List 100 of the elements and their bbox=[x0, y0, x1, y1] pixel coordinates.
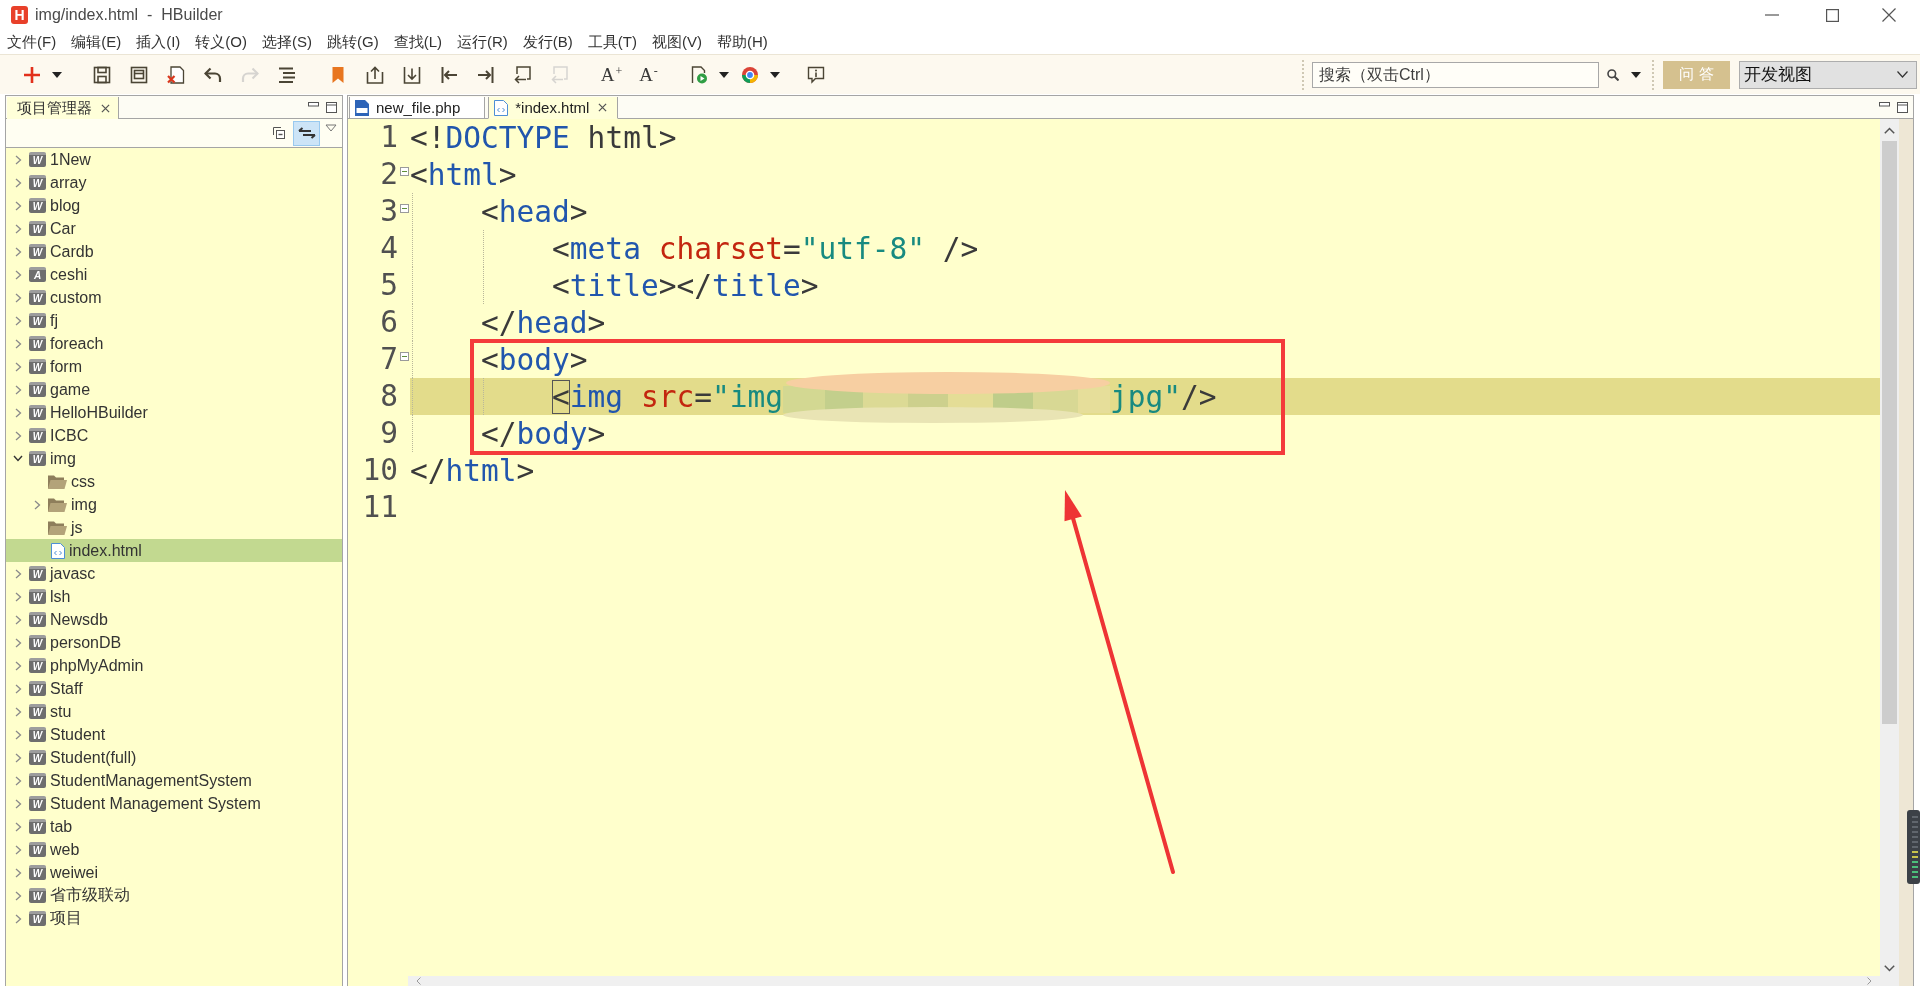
menu-item[interactable]: 发行(B) bbox=[522, 32, 573, 52]
search-icon[interactable] bbox=[1607, 68, 1619, 81]
menu-item[interactable]: 视图(V) bbox=[652, 32, 702, 52]
tree-item[interactable]: W phpMyAdmin bbox=[6, 654, 342, 677]
tree-item[interactable]: W web bbox=[6, 838, 342, 861]
chevron-right-icon[interactable] bbox=[14, 844, 22, 855]
tree-item[interactable]: W Student bbox=[6, 723, 342, 746]
chevron-right-icon[interactable] bbox=[14, 729, 22, 740]
chevron-right-icon[interactable] bbox=[14, 660, 22, 671]
tree-item[interactable]: index.html bbox=[6, 539, 342, 562]
tree-item[interactable]: W lsh bbox=[6, 585, 342, 608]
chevron-right-icon[interactable] bbox=[14, 614, 22, 625]
tree-item[interactable]: W Newsdb bbox=[6, 608, 342, 631]
caret-icon[interactable] bbox=[719, 71, 729, 78]
tree-item[interactable]: W personDB bbox=[6, 631, 342, 654]
box-left-arrow-icon[interactable] bbox=[513, 65, 532, 84]
link-editor-button[interactable] bbox=[293, 120, 320, 146]
tree-item[interactable]: css bbox=[6, 470, 342, 493]
tree-item[interactable]: W Cardb bbox=[6, 240, 342, 263]
fold-marker-icon[interactable] bbox=[399, 167, 409, 176]
chevron-right-icon[interactable] bbox=[14, 568, 22, 579]
tree-item[interactable]: W fj bbox=[6, 309, 342, 332]
menu-item[interactable]: 文件(F) bbox=[7, 32, 57, 52]
caret-left-icon[interactable] bbox=[416, 977, 421, 985]
tree-item[interactable]: W form bbox=[6, 355, 342, 378]
tree-item[interactable]: W array bbox=[6, 171, 342, 194]
caret-icon[interactable] bbox=[1631, 71, 1641, 78]
chevron-right-icon[interactable] bbox=[14, 706, 22, 717]
chevron-right-icon[interactable] bbox=[14, 315, 22, 326]
tree-item[interactable]: W stu bbox=[6, 700, 342, 723]
chevron-right-icon[interactable] bbox=[14, 361, 22, 372]
chevron-right-icon[interactable] bbox=[14, 223, 22, 234]
chevron-right-icon[interactable] bbox=[14, 154, 22, 165]
menu-item[interactable]: 插入(I) bbox=[136, 32, 181, 52]
chevron-right-icon[interactable] bbox=[14, 430, 22, 441]
caret-icon[interactable] bbox=[52, 71, 62, 78]
tree-item[interactable]: img bbox=[6, 493, 342, 516]
fold-marker-icon[interactable] bbox=[399, 204, 409, 213]
tree-item[interactable]: W Car bbox=[6, 217, 342, 240]
chevron-down-icon[interactable] bbox=[13, 455, 23, 462]
view-dropdown[interactable]: 开发视图 bbox=[1739, 60, 1917, 89]
minimize-icon[interactable] bbox=[308, 101, 319, 107]
chevron-right-icon[interactable] bbox=[14, 246, 22, 257]
tree-item[interactable]: W Student Management System bbox=[6, 792, 342, 815]
chevron-right-icon[interactable] bbox=[14, 867, 22, 878]
menu-item[interactable]: 工具(T) bbox=[587, 32, 637, 52]
scrollbar-thumb[interactable] bbox=[1882, 141, 1897, 724]
close-icon[interactable] bbox=[1882, 8, 1896, 22]
tree-item[interactable]: W Student(full) bbox=[6, 746, 342, 769]
chevron-right-icon[interactable] bbox=[14, 775, 22, 786]
tree-item[interactable]: W 项目 bbox=[6, 907, 342, 930]
tree-item[interactable]: W foreach bbox=[6, 332, 342, 355]
chevron-right-icon[interactable] bbox=[14, 752, 22, 763]
panel-tab[interactable]: 项目管理器 bbox=[7, 97, 119, 119]
tree-item[interactable]: W StudentManagementSystem bbox=[6, 769, 342, 792]
chevron-right-icon[interactable] bbox=[14, 890, 22, 901]
chevron-right-icon[interactable] bbox=[14, 407, 22, 418]
maximize-icon[interactable] bbox=[1826, 8, 1839, 22]
maximize-icon[interactable] bbox=[326, 101, 337, 113]
tree-item[interactable]: W 省市级联动 bbox=[6, 884, 342, 907]
menu-item[interactable]: 查找(L) bbox=[393, 32, 442, 52]
tree-item[interactable]: W tab bbox=[6, 815, 342, 838]
bar-left-arrow-icon[interactable] bbox=[439, 65, 458, 84]
tree-item[interactable]: js bbox=[6, 516, 342, 539]
caret-up-icon[interactable] bbox=[1884, 127, 1895, 134]
menu-item[interactable]: 跳转(G) bbox=[327, 32, 379, 52]
arrow-down-tray-icon[interactable] bbox=[402, 65, 421, 84]
close-icon[interactable] bbox=[598, 103, 608, 112]
document-cross-icon[interactable] bbox=[166, 65, 185, 84]
tree-item[interactable]: W Staff bbox=[6, 677, 342, 700]
chevron-right-icon[interactable] bbox=[14, 269, 22, 280]
chevron-right-icon[interactable] bbox=[14, 292, 22, 303]
tree-item[interactable]: W blog bbox=[6, 194, 342, 217]
caret-icon[interactable] bbox=[770, 71, 780, 78]
menu-item[interactable]: 编辑(E) bbox=[71, 32, 122, 52]
save-icon[interactable] bbox=[92, 65, 111, 84]
editor-tab[interactable]: *index.html bbox=[488, 97, 619, 119]
arrow-up-tray-icon[interactable] bbox=[365, 65, 384, 84]
increase-font-button[interactable]: A+ bbox=[600, 64, 623, 85]
tree-item[interactable]: A ceshi bbox=[6, 263, 342, 286]
tree-item[interactable]: W javasc bbox=[6, 562, 342, 585]
search-field[interactable]: 搜索（双击Ctrl） bbox=[1312, 61, 1599, 88]
menu-item[interactable]: 选择(S) bbox=[262, 32, 312, 52]
tree-item[interactable]: W custom bbox=[6, 286, 342, 309]
editor-tab[interactable]: new_file.php bbox=[349, 97, 486, 119]
menu-item[interactable]: 转义(O) bbox=[195, 32, 247, 52]
chevron-right-icon[interactable] bbox=[14, 200, 22, 211]
tree-item[interactable]: W game bbox=[6, 378, 342, 401]
caret-down-icon[interactable] bbox=[1884, 965, 1895, 972]
fold-marker-icon[interactable] bbox=[399, 352, 409, 361]
chevron-right-icon[interactable] bbox=[14, 798, 22, 809]
chevron-right-icon[interactable] bbox=[14, 384, 22, 395]
tree-item[interactable]: W img bbox=[6, 447, 342, 470]
plus-icon[interactable] bbox=[22, 65, 41, 84]
horizontal-scrollbar[interactable] bbox=[408, 976, 1880, 986]
chevron-right-icon[interactable] bbox=[14, 338, 22, 349]
tree-item[interactable]: W ICBC bbox=[6, 424, 342, 447]
tree-item[interactable]: W HelloHBuilder bbox=[6, 401, 342, 424]
chevron-right-icon[interactable] bbox=[14, 637, 22, 648]
decrease-font-button[interactable]: A- bbox=[639, 64, 658, 85]
